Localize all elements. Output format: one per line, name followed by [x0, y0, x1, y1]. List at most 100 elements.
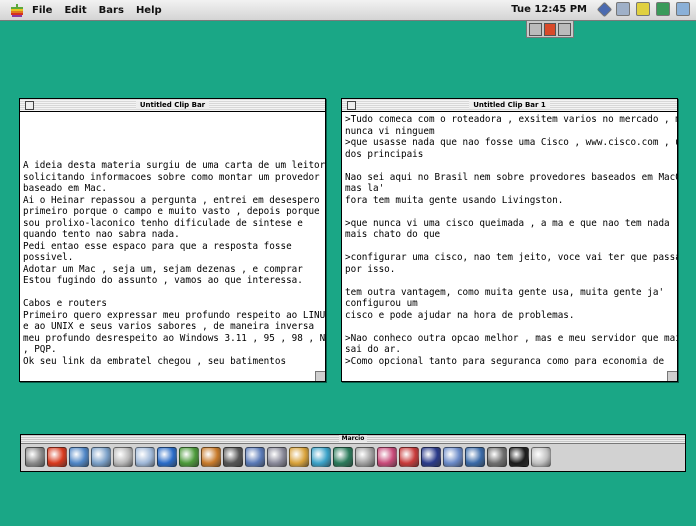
text-line	[23, 287, 322, 299]
text-line: meu profundo desrespeito ao Windows 3.11…	[23, 332, 325, 344]
editor-icon[interactable]	[135, 447, 155, 467]
text-line: possivel.	[23, 252, 74, 263]
text-line: fora tem muita gente usando Livingston.	[345, 194, 564, 206]
text-line: baseado em Mac.	[23, 183, 107, 194]
internet-explorer-icon[interactable]	[157, 447, 177, 467]
launcher-title: Marcio	[338, 435, 368, 442]
clip-bar-window-right: Untitled Clip Bar 1 >Tudo comeca com o r…	[341, 98, 678, 382]
text-line: Ok seu link da embratel chegou , seu bat…	[23, 355, 287, 367]
text-line: A ideia desta materia surgiu de uma cart…	[23, 160, 325, 171]
empty-slot-icon[interactable]	[531, 447, 551, 467]
text-line	[345, 275, 674, 287]
window-title: Untitled Clip Bar 1	[469, 101, 550, 109]
text-line: >que nunca vi uma cisco queimada , a ma …	[345, 217, 670, 229]
monitor-icon[interactable]	[656, 2, 670, 16]
apple-menu-icon[interactable]	[10, 3, 24, 17]
launcher-titlebar[interactable]: Marcio	[21, 435, 685, 444]
cube-icon[interactable]	[465, 447, 485, 467]
text-line: Cabos e routers	[23, 298, 107, 309]
text-line: dos principais	[345, 148, 424, 160]
text-line: primeiro porque o campo e muito vasto , …	[23, 206, 320, 217]
text-line	[23, 137, 322, 149]
network-icon[interactable]	[25, 447, 45, 467]
text-line	[23, 149, 322, 161]
text-line: Nao sei aqui no Brasil nem sobre provedo…	[345, 171, 677, 183]
menu-clock[interactable]: Tue 12:45 PM	[511, 4, 587, 15]
finder-icon[interactable]	[676, 2, 690, 16]
paint-icon[interactable]	[289, 447, 309, 467]
close-box-icon[interactable]	[25, 101, 34, 110]
text-line: cisco e pode ajudar na hora de problemas…	[345, 309, 575, 321]
menu-edit[interactable]: Edit	[64, 5, 86, 16]
folder-icon[interactable]	[245, 447, 265, 467]
drive-icon[interactable]	[355, 447, 375, 467]
app-menu-icon[interactable]	[636, 2, 650, 16]
graphic-icon[interactable]	[201, 447, 221, 467]
text-line: Pedi entao esse espaco para que a respos…	[23, 240, 292, 252]
text-line: , PQP.	[23, 344, 57, 355]
text-line: Ai o Heinar repassou a pergunta , entrei…	[23, 194, 325, 206]
window-title: Untitled Clip Bar	[135, 101, 210, 109]
app-switcher-strip	[526, 20, 574, 38]
game-icon[interactable]	[333, 447, 353, 467]
close-box-icon[interactable]	[347, 101, 356, 110]
clipboard-icon[interactable]	[558, 22, 572, 36]
text-line: mais chato do que	[345, 229, 441, 240]
resize-handle-icon[interactable]	[315, 371, 325, 381]
opera-icon[interactable]	[543, 22, 557, 36]
window-icon[interactable]	[529, 22, 542, 36]
launcher-bar: Marcio	[20, 434, 686, 472]
text-line: >Nao conheco outra opcao melhor , mas e …	[345, 332, 677, 344]
text-content[interactable]: >Tudo comeca com o roteadora , exsitem v…	[342, 112, 677, 381]
text-line	[345, 321, 674, 333]
menu-bars[interactable]: Bars	[99, 5, 124, 16]
text-line: >Como opcional tanto para seguranca como…	[345, 355, 665, 367]
clip-bar-window-left: Untitled Clip Bar A ideia desta materia …	[19, 98, 326, 382]
netscape-icon[interactable]	[421, 447, 441, 467]
resize-handle-icon[interactable]	[667, 371, 677, 381]
menu-bar: File Edit Bars Help Tue 12:45 PM	[0, 0, 696, 21]
screen-icon[interactable]	[509, 447, 529, 467]
launcher-icons	[21, 444, 685, 467]
text-line: Adotar um Mac , seja um, sejam dezenas ,…	[23, 263, 303, 275]
monitor-icon[interactable]	[223, 447, 243, 467]
text-line	[345, 160, 674, 172]
text-line: >que usasse nada que nao fosse uma Cisco…	[345, 137, 677, 148]
menu-help[interactable]: Help	[136, 5, 162, 16]
text-line: >Tudo comeca com o roteadora , exsitem v…	[345, 114, 677, 125]
stack-icon[interactable]	[267, 447, 287, 467]
window-titlebar[interactable]: Untitled Clip Bar 1	[342, 99, 677, 112]
control-strip-icon[interactable]	[596, 1, 613, 17]
screen-icon[interactable]	[616, 2, 630, 16]
pictures-icon[interactable]	[311, 447, 331, 467]
window-titlebar[interactable]: Untitled Clip Bar	[20, 99, 325, 112]
text-line: nunca vi ninguem	[345, 125, 435, 137]
text-line: e ao UNIX e seus varios sabores , de man…	[23, 321, 315, 332]
text-line: sou prolixo-laconico tenho dificulade de…	[23, 217, 303, 229]
text-line	[23, 126, 322, 138]
calculator-icon[interactable]	[113, 447, 133, 467]
text-line: por isso.	[345, 263, 396, 275]
text-line: quando tento nao sabra nada.	[23, 229, 180, 240]
photo-icon[interactable]	[69, 447, 89, 467]
image-edit-icon[interactable]	[377, 447, 397, 467]
text-line: Primeiro quero expressar meu profundo re…	[23, 309, 325, 321]
text-line: mas la'	[345, 183, 385, 194]
text-content[interactable]: A ideia desta materia surgiu de uma cart…	[20, 112, 325, 381]
toolbox-icon[interactable]	[487, 447, 507, 467]
text-line	[345, 206, 674, 218]
text-line: tem outra vantagem, como muita gente usa…	[345, 286, 665, 298]
opera-icon[interactable]	[47, 447, 67, 467]
finder-icon[interactable]	[91, 447, 111, 467]
document-icon[interactable]	[399, 447, 419, 467]
text-line: configurou um	[345, 298, 418, 309]
text-line: >configurar uma cisco, nao tem jeito, vo…	[345, 252, 677, 263]
text-line	[345, 241, 674, 253]
frog-icon[interactable]	[179, 447, 199, 467]
menu-file[interactable]: File	[32, 5, 52, 16]
text-line: Estou fugindo do assunto , vamos ao que …	[23, 275, 303, 286]
macos-icon[interactable]	[443, 447, 463, 467]
text-line	[23, 114, 322, 126]
text-line: solicitando informacoes sobre como monta…	[23, 171, 320, 183]
text-line: sai do ar.	[345, 344, 401, 355]
